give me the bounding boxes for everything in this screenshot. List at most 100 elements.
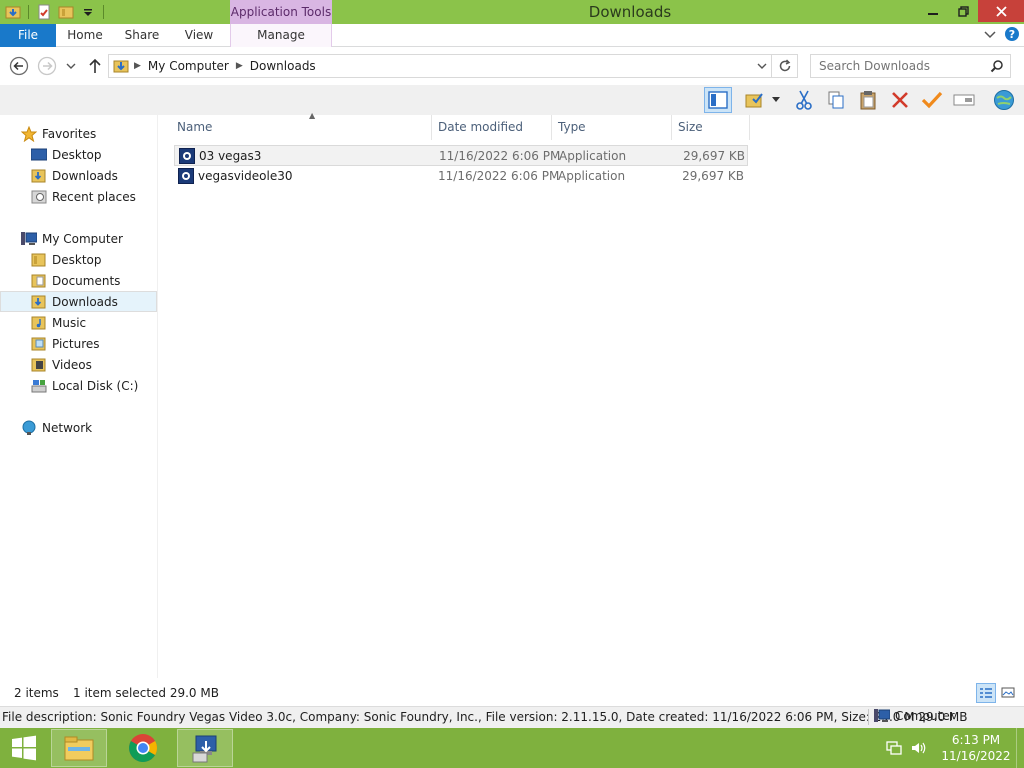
select-all-dropdown-icon[interactable] [768,87,784,113]
up-button[interactable] [84,55,106,77]
nav-item-label: Downloads [52,294,118,309]
expand-ribbon-icon[interactable] [984,29,996,43]
cut-icon[interactable] [790,87,818,113]
pictures-folder-icon [30,336,48,352]
volume-icon[interactable] [910,740,926,756]
qat-separator [28,5,29,19]
taskbar-installer[interactable] [177,729,233,767]
status-bar: 2 items 1 item selected 29.0 MB [0,682,1024,706]
start-button[interactable] [0,728,48,768]
quick-access-toolbar [0,0,107,24]
window-title: Downloads [588,3,672,21]
rename-icon[interactable] [950,87,978,113]
file-row[interactable]: vegasvideole30 11/16/2022 6:06 PM Applic… [174,166,748,187]
recent-locations-dropdown[interactable] [62,55,80,77]
address-dropdown-icon[interactable] [757,60,767,74]
file-size: 29,697 KB [683,149,745,163]
context-tab-header: Application Tools [230,0,332,24]
refresh-button[interactable] [772,54,798,78]
details-view-icon[interactable] [976,683,996,703]
nav-computer-music[interactable]: Music [0,312,157,333]
nav-favorites[interactable]: Favorites [0,123,157,144]
file-date: 11/16/2022 6:06 PM [439,149,561,163]
network-tray-icon[interactable] [886,740,902,756]
chrome-icon [129,734,157,762]
nav-my-computer-label: My Computer [42,231,123,246]
folder-icon [30,252,48,268]
nav-favorites-downloads[interactable]: Downloads [0,165,157,186]
breadcrumb-separator: ▶ [134,61,141,71]
close-button[interactable] [978,0,1024,22]
clock[interactable]: 6:13 PM 11/16/2022 [936,732,1016,764]
column-header-size[interactable]: Size [673,115,750,140]
title-bar: Application Tools Downloads [0,0,1024,24]
address-bar[interactable]: ▶ My Computer ▶ Downloads [108,54,772,78]
system-tray: 6:13 PM 11/16/2022 [886,728,1024,768]
nav-computer-downloads[interactable]: Downloads [0,291,157,312]
taskbar: 6:13 PM 11/16/2022 [0,728,1024,768]
file-row[interactable]: 03 vegas3 11/16/2022 6:06 PM Application… [174,145,748,166]
tab-home[interactable]: Home [58,24,112,47]
nav-favorites-desktop[interactable]: Desktop [0,144,157,165]
nav-computer-pictures[interactable]: Pictures [0,333,157,354]
delete-icon[interactable] [886,87,914,113]
column-headers: Name ▲ Date modified Type Size [172,111,752,140]
search-box[interactable] [810,54,1011,78]
star-icon [20,125,38,142]
svg-text:?: ? [1009,28,1015,41]
nav-item-label: Desktop [52,147,102,162]
details-bar: File description: Sonic Foundry Vegas Vi… [0,706,1024,728]
folder-icon[interactable] [3,2,23,22]
music-folder-icon [30,315,48,331]
nav-item-label: Music [52,315,87,330]
customize-qat-icon[interactable] [78,2,98,22]
tab-share[interactable]: Share [118,24,166,47]
paste-icon[interactable] [854,87,882,113]
downloads-folder-icon [30,294,48,310]
new-folder-icon[interactable] [56,2,76,22]
nav-item-label: Pictures [52,336,100,351]
nav-my-computer[interactable]: My Computer [0,228,157,249]
search-icon[interactable] [990,59,1004,76]
tab-file[interactable]: File [0,24,56,47]
breadcrumb-downloads[interactable]: Downloads [250,59,316,73]
nav-network[interactable]: Network [0,417,157,438]
item-count: 2 items [14,686,59,700]
nav-computer-local-disk[interactable]: Local Disk (C:) [0,375,157,396]
zone-label: Computer [895,709,955,723]
show-desktop-button[interactable] [1016,728,1024,768]
nav-favorites-recent-places[interactable]: Recent places [0,186,157,207]
check-icon[interactable] [918,87,946,113]
forward-button[interactable] [36,55,58,77]
breadcrumb-my-computer[interactable]: My Computer [148,59,229,73]
nav-computer-documents[interactable]: Documents [0,270,157,291]
nav-item-label: Recent places [52,189,136,204]
properties-icon[interactable] [34,2,54,22]
search-input[interactable] [819,59,979,73]
taskbar-chrome[interactable] [115,729,171,767]
large-icons-view-icon[interactable] [998,683,1018,703]
back-button[interactable] [8,55,30,77]
column-header-date[interactable]: Date modified [433,115,552,140]
column-header-type[interactable]: Type [553,115,672,140]
preview-pane-icon[interactable] [704,87,732,113]
file-explorer-icon [64,736,94,761]
file-type: Application [558,169,626,183]
nav-computer-videos[interactable]: Videos [0,354,157,375]
taskbar-file-explorer[interactable] [51,729,107,767]
documents-folder-icon [30,273,48,289]
minimize-button[interactable] [918,0,948,22]
computer-icon [20,231,38,247]
selection-info: 1 item selected 29.0 MB [73,686,219,700]
help-icon[interactable]: ? [1004,26,1020,45]
select-all-icon[interactable] [744,87,766,113]
world-icon[interactable] [990,87,1018,113]
desktop-icon [30,147,48,163]
copy-icon[interactable] [822,87,850,113]
maximize-button[interactable] [948,0,978,22]
nav-item-label: Documents [52,273,121,288]
tab-view[interactable]: View [172,24,226,47]
tab-manage[interactable]: Manage [230,24,332,47]
nav-computer-desktop[interactable]: Desktop [0,249,157,270]
column-header-name[interactable]: Name [172,115,432,140]
